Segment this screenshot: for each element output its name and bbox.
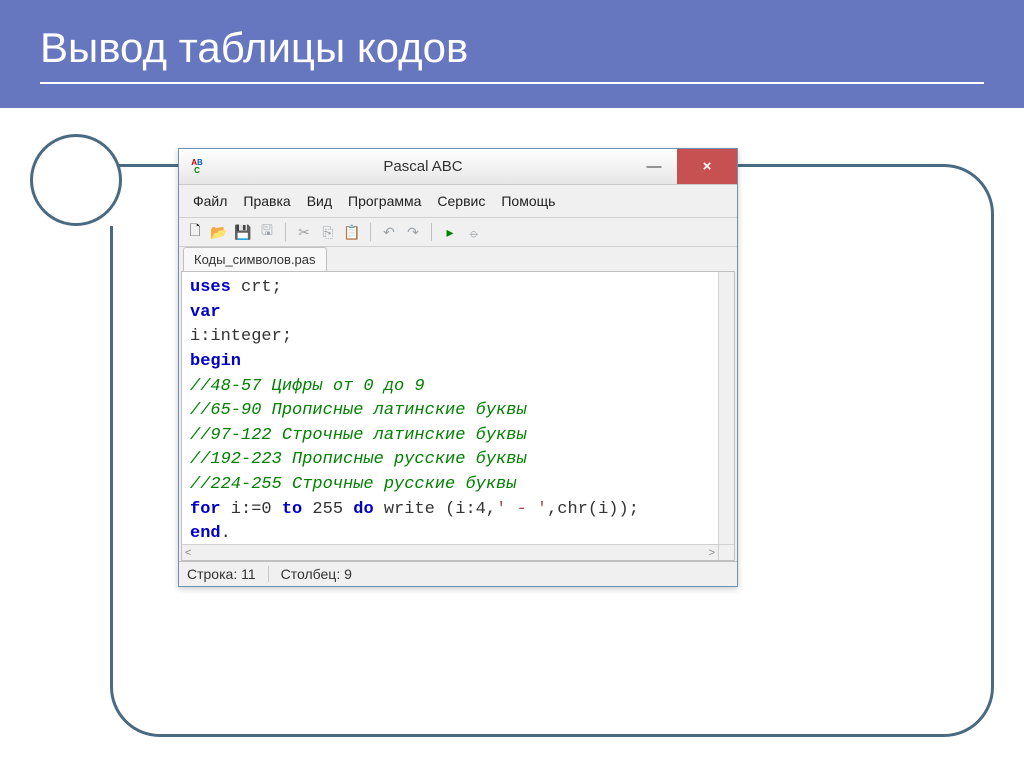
pascal-ide-window: AB C Pascal ABC — × Файл Правка Вид Прог… [178, 148, 738, 587]
slide-title-bar: Вывод таблицы кодов [0, 0, 1024, 108]
menu-edit[interactable]: Правка [239, 191, 294, 211]
menu-bar: Файл Правка Вид Программа Сервис Помощь [179, 185, 737, 218]
file-tab[interactable]: Коды_символов.pas [183, 247, 327, 271]
comment: //48-57 Цифры от 0 до 9 [190, 377, 425, 396]
keyword-begin: begin [190, 352, 241, 371]
comment: //224-255 Строчные русские буквы [190, 475, 516, 494]
code-editor[interactable]: uses crt; var i:integer; begin //48-57 Ц… [182, 272, 734, 551]
keyword-for: for [190, 500, 221, 519]
toolbar-separator [370, 223, 371, 241]
menu-program[interactable]: Программа [344, 191, 425, 211]
editor-container: uses crt; var i:integer; begin //48-57 Ц… [181, 271, 735, 561]
scroll-left-icon[interactable]: < [185, 547, 191, 559]
keyword-do: do [353, 500, 373, 519]
scroll-corner [718, 544, 734, 560]
minimize-button[interactable]: — [631, 149, 677, 184]
window-title: Pascal ABC [215, 158, 631, 175]
comment: //97-122 Строчные латинские буквы [190, 426, 527, 445]
tab-bar: Коды_символов.pas [179, 247, 737, 271]
slide-title: Вывод таблицы кодов [40, 24, 468, 71]
toolbar: 🗋 📂 💾 🖫 ✂ ⎘ 📋 ↶ ↷ ▸ ⦵ [179, 218, 737, 247]
keyword-uses: uses [190, 278, 231, 297]
vertical-scrollbar[interactable] [718, 272, 734, 544]
menu-file[interactable]: Файл [189, 191, 231, 211]
keyword-end: end [190, 524, 221, 543]
new-file-icon[interactable]: 🗋 [185, 222, 205, 242]
status-bar: Строка: 11 Столбец: 9 [179, 561, 737, 586]
comment: //65-90 Прописные латинские буквы [190, 401, 527, 420]
run-icon[interactable]: ▸ [440, 222, 460, 242]
stop-icon[interactable]: ⦵ [464, 222, 484, 242]
menu-service[interactable]: Сервис [433, 191, 489, 211]
status-line: Строка: 11 [187, 566, 269, 582]
status-column: Столбец: 9 [281, 566, 352, 582]
slide: Вывод таблицы кодов AB C Pascal ABC — × … [0, 0, 1024, 767]
open-file-icon[interactable]: 📂 [209, 222, 229, 242]
save-all-icon[interactable]: 🖫 [257, 222, 277, 242]
cut-icon[interactable]: ✂ [294, 222, 314, 242]
window-titlebar[interactable]: AB C Pascal ABC — × [179, 149, 737, 185]
toolbar-separator [431, 223, 432, 241]
menu-help[interactable]: Помощь [497, 191, 559, 211]
menu-view[interactable]: Вид [303, 191, 336, 211]
title-underline [40, 82, 984, 84]
keyword-var: var [190, 303, 221, 322]
horizontal-scrollbar[interactable]: < > [182, 544, 718, 560]
copy-icon[interactable]: ⎘ [318, 222, 338, 242]
scroll-right-icon[interactable]: > [709, 547, 715, 559]
toolbar-separator [285, 223, 286, 241]
bullet-oval [30, 134, 122, 226]
redo-icon[interactable]: ↷ [403, 222, 423, 242]
save-icon[interactable]: 💾 [233, 222, 253, 242]
paste-icon[interactable]: 📋 [342, 222, 362, 242]
window-controls: — × [631, 149, 737, 184]
string-literal: ' - ' [496, 500, 547, 519]
undo-icon[interactable]: ↶ [379, 222, 399, 242]
keyword-to: to [282, 500, 302, 519]
close-button[interactable]: × [677, 149, 737, 184]
comment: //192-223 Прописные русские буквы [190, 450, 527, 469]
app-icon: AB C [185, 155, 209, 179]
